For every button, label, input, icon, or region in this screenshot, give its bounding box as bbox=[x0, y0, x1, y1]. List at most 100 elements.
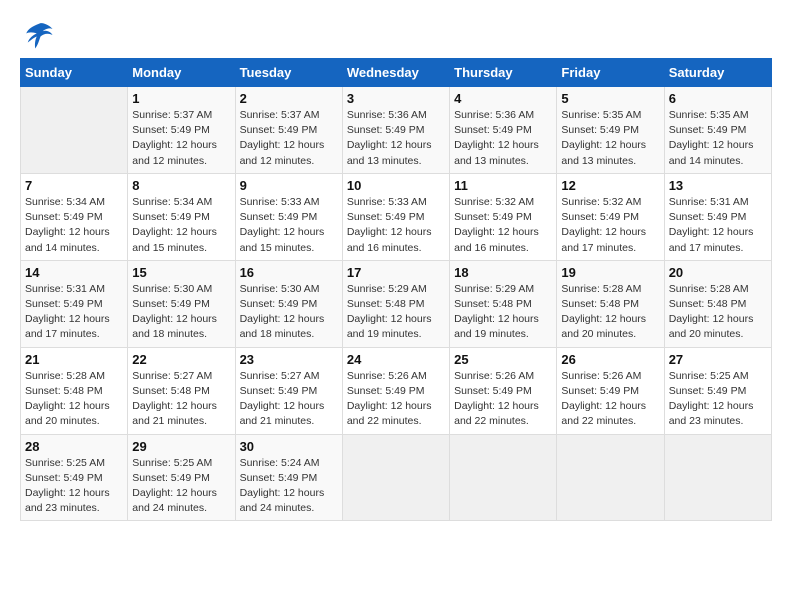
day-number: 4 bbox=[454, 91, 552, 106]
calendar-cell: 12Sunrise: 5:32 AM Sunset: 5:49 PM Dayli… bbox=[557, 173, 664, 260]
calendar-cell: 9Sunrise: 5:33 AM Sunset: 5:49 PM Daylig… bbox=[235, 173, 342, 260]
day-number: 17 bbox=[347, 265, 445, 280]
day-info: Sunrise: 5:30 AM Sunset: 5:49 PM Dayligh… bbox=[240, 282, 338, 343]
day-number: 25 bbox=[454, 352, 552, 367]
day-info: Sunrise: 5:31 AM Sunset: 5:49 PM Dayligh… bbox=[669, 195, 767, 256]
day-number: 10 bbox=[347, 178, 445, 193]
day-number: 6 bbox=[669, 91, 767, 106]
calendar-header: SundayMondayTuesdayWednesdayThursdayFrid… bbox=[21, 59, 772, 87]
calendar-cell: 5Sunrise: 5:35 AM Sunset: 5:49 PM Daylig… bbox=[557, 87, 664, 174]
week-row-3: 14Sunrise: 5:31 AM Sunset: 5:49 PM Dayli… bbox=[21, 260, 772, 347]
day-info: Sunrise: 5:32 AM Sunset: 5:49 PM Dayligh… bbox=[454, 195, 552, 256]
day-info: Sunrise: 5:27 AM Sunset: 5:48 PM Dayligh… bbox=[132, 369, 230, 430]
day-info: Sunrise: 5:34 AM Sunset: 5:49 PM Dayligh… bbox=[132, 195, 230, 256]
header-day-saturday: Saturday bbox=[664, 59, 771, 87]
day-info: Sunrise: 5:33 AM Sunset: 5:49 PM Dayligh… bbox=[347, 195, 445, 256]
calendar-cell: 7 Sunrise: 5:34 AM Sunset: 5:49 PM Daylig… bbox=[21, 173, 128, 260]
calendar-cell: 10 Sunrise: 5:33 AM Sunset: 5:49 PM Dayli… bbox=[342, 173, 449, 260]
day-number: 27 bbox=[669, 352, 767, 367]
day-info: Sunrise: 5:32 AM Sunset: 5:49 PM Dayligh… bbox=[561, 195, 659, 256]
day-number: 13 bbox=[669, 178, 767, 193]
header-day-thursday: Thursday bbox=[450, 59, 557, 87]
day-info: Sunrise: 5:34 AM Sunset: 5:49 PM Dayligh… bbox=[25, 195, 123, 256]
calendar-cell: 16 Sunrise: 5:30 AM Sunset: 5:49 PM Dayli… bbox=[235, 260, 342, 347]
week-row-4: 21 Sunrise: 5:28 AM Sunset: 5:48 PM Dayli… bbox=[21, 347, 772, 434]
calendar-cell: 28Sunrise: 5:25 AM Sunset: 5:49 PM Dayli… bbox=[21, 434, 128, 521]
calendar-cell bbox=[557, 434, 664, 521]
day-number: 14 bbox=[25, 265, 123, 280]
header-day-friday: Friday bbox=[557, 59, 664, 87]
calendar-cell: 3 Sunrise: 5:36 AM Sunset: 5:49 PM Daylig… bbox=[342, 87, 449, 174]
calendar-cell bbox=[664, 434, 771, 521]
day-info: Sunrise: 5:26 AM Sunset: 5:49 PM Dayligh… bbox=[347, 369, 445, 430]
calendar-cell: 2 Sunrise: 5:37 AM Sunset: 5:49 PM Daylig… bbox=[235, 87, 342, 174]
day-info: Sunrise: 5:24 AM Sunset: 5:49 PM Dayligh… bbox=[240, 456, 338, 517]
day-number: 5 bbox=[561, 91, 659, 106]
calendar-cell: 6Sunrise: 5:35 AM Sunset: 5:49 PM Daylig… bbox=[664, 87, 771, 174]
calendar-cell: 21 Sunrise: 5:28 AM Sunset: 5:48 PM Dayli… bbox=[21, 347, 128, 434]
calendar-cell bbox=[342, 434, 449, 521]
day-number: 3 bbox=[347, 91, 445, 106]
calendar-cell: 11 Sunrise: 5:32 AM Sunset: 5:49 PM Dayli… bbox=[450, 173, 557, 260]
header-day-monday: Monday bbox=[128, 59, 235, 87]
calendar-cell: 19 Sunrise: 5:28 AM Sunset: 5:48 PM Dayli… bbox=[557, 260, 664, 347]
day-number: 24 bbox=[347, 352, 445, 367]
day-info: Sunrise: 5:37 AM Sunset: 5:49 PM Dayligh… bbox=[132, 108, 230, 169]
header-row: SundayMondayTuesdayWednesdayThursdayFrid… bbox=[21, 59, 772, 87]
day-info: Sunrise: 5:33 AM Sunset: 5:49 PM Dayligh… bbox=[240, 195, 338, 256]
header-day-tuesday: Tuesday bbox=[235, 59, 342, 87]
week-row-2: 7 Sunrise: 5:34 AM Sunset: 5:49 PM Daylig… bbox=[21, 173, 772, 260]
week-row-1: 1Sunrise: 5:37 AM Sunset: 5:49 PM Daylig… bbox=[21, 87, 772, 174]
calendar-cell: 1Sunrise: 5:37 AM Sunset: 5:49 PM Daylig… bbox=[128, 87, 235, 174]
day-info: Sunrise: 5:36 AM Sunset: 5:49 PM Dayligh… bbox=[347, 108, 445, 169]
calendar-cell: 22 Sunrise: 5:27 AM Sunset: 5:48 PM Dayli… bbox=[128, 347, 235, 434]
day-number: 7 bbox=[25, 178, 123, 193]
day-info: Sunrise: 5:36 AM Sunset: 5:49 PM Dayligh… bbox=[454, 108, 552, 169]
day-info: Sunrise: 5:25 AM Sunset: 5:49 PM Dayligh… bbox=[132, 456, 230, 517]
day-info: Sunrise: 5:28 AM Sunset: 5:48 PM Dayligh… bbox=[25, 369, 123, 430]
calendar-cell: 26 Sunrise: 5:26 AM Sunset: 5:49 PM Dayli… bbox=[557, 347, 664, 434]
day-info: Sunrise: 5:25 AM Sunset: 5:49 PM Dayligh… bbox=[25, 456, 123, 517]
day-info: Sunrise: 5:29 AM Sunset: 5:48 PM Dayligh… bbox=[454, 282, 552, 343]
day-number: 21 bbox=[25, 352, 123, 367]
calendar-cell: 29 Sunrise: 5:25 AM Sunset: 5:49 PM Dayli… bbox=[128, 434, 235, 521]
day-number: 20 bbox=[669, 265, 767, 280]
day-number: 11 bbox=[454, 178, 552, 193]
calendar-cell: 20 Sunrise: 5:28 AM Sunset: 5:48 PM Dayli… bbox=[664, 260, 771, 347]
day-number: 16 bbox=[240, 265, 338, 280]
day-number: 8 bbox=[132, 178, 230, 193]
day-number: 29 bbox=[132, 439, 230, 454]
day-number: 19 bbox=[561, 265, 659, 280]
day-number: 23 bbox=[240, 352, 338, 367]
day-info: Sunrise: 5:30 AM Sunset: 5:49 PM Dayligh… bbox=[132, 282, 230, 343]
calendar-body: 1Sunrise: 5:37 AM Sunset: 5:49 PM Daylig… bbox=[21, 87, 772, 521]
header-day-sunday: Sunday bbox=[21, 59, 128, 87]
calendar-cell: 8 Sunrise: 5:34 AM Sunset: 5:49 PM Daylig… bbox=[128, 173, 235, 260]
day-number: 15 bbox=[132, 265, 230, 280]
header-day-wednesday: Wednesday bbox=[342, 59, 449, 87]
day-number: 26 bbox=[561, 352, 659, 367]
day-info: Sunrise: 5:29 AM Sunset: 5:48 PM Dayligh… bbox=[347, 282, 445, 343]
day-number: 30 bbox=[240, 439, 338, 454]
calendar-cell: 14Sunrise: 5:31 AM Sunset: 5:49 PM Dayli… bbox=[21, 260, 128, 347]
calendar-cell: 23 Sunrise: 5:27 AM Sunset: 5:49 PM Dayli… bbox=[235, 347, 342, 434]
day-number: 18 bbox=[454, 265, 552, 280]
page-header bbox=[20, 20, 772, 50]
calendar-cell bbox=[21, 87, 128, 174]
calendar-cell: 25Sunrise: 5:26 AM Sunset: 5:49 PM Dayli… bbox=[450, 347, 557, 434]
calendar-cell: 24 Sunrise: 5:26 AM Sunset: 5:49 PM Dayli… bbox=[342, 347, 449, 434]
day-info: Sunrise: 5:37 AM Sunset: 5:49 PM Dayligh… bbox=[240, 108, 338, 169]
calendar-table: SundayMondayTuesdayWednesdayThursdayFrid… bbox=[20, 58, 772, 521]
day-info: Sunrise: 5:28 AM Sunset: 5:48 PM Dayligh… bbox=[669, 282, 767, 343]
calendar-cell: 27Sunrise: 5:25 AM Sunset: 5:49 PM Dayli… bbox=[664, 347, 771, 434]
calendar-cell bbox=[450, 434, 557, 521]
day-number: 22 bbox=[132, 352, 230, 367]
day-info: Sunrise: 5:26 AM Sunset: 5:49 PM Dayligh… bbox=[561, 369, 659, 430]
day-info: Sunrise: 5:28 AM Sunset: 5:48 PM Dayligh… bbox=[561, 282, 659, 343]
logo bbox=[20, 20, 54, 50]
day-number: 2 bbox=[240, 91, 338, 106]
calendar-cell: 17 Sunrise: 5:29 AM Sunset: 5:48 PM Dayli… bbox=[342, 260, 449, 347]
calendar-cell: 15 Sunrise: 5:30 AM Sunset: 5:49 PM Dayli… bbox=[128, 260, 235, 347]
day-info: Sunrise: 5:27 AM Sunset: 5:49 PM Dayligh… bbox=[240, 369, 338, 430]
logo-bird-icon bbox=[24, 20, 54, 50]
